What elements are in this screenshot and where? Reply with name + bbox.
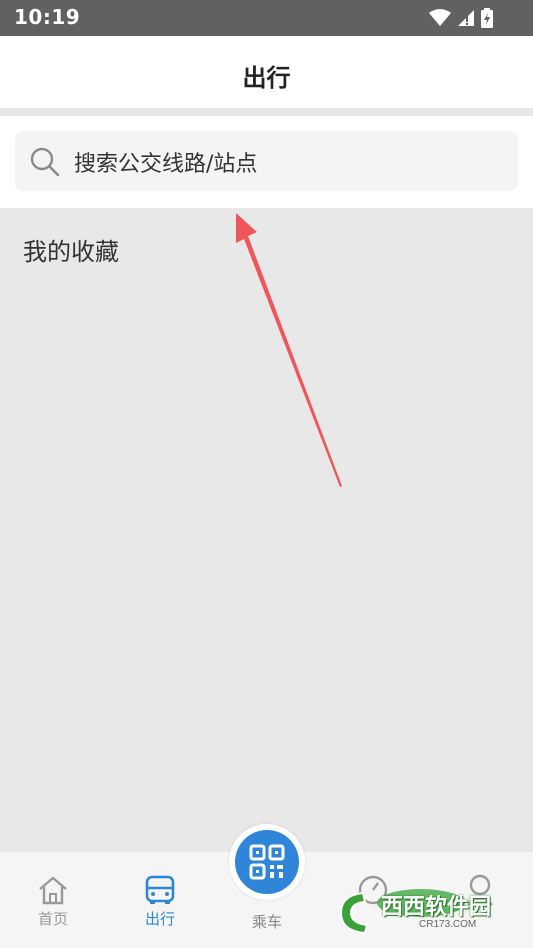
bus-icon [142, 872, 178, 908]
tab-home[interactable]: 首页 [13, 852, 93, 948]
annotation-arrow [236, 213, 342, 487]
watermark-logo: 西西软件园 CR173.COM [333, 883, 515, 941]
tab-label: 首页 [37, 910, 68, 928]
watermark-brand: 西西软件园 [381, 894, 492, 919]
ride-qr-button[interactable] [229, 824, 305, 900]
watermark-domain: CR173.COM [419, 919, 477, 930]
qr-button-circle [235, 830, 299, 894]
tab-label: 出行 [144, 910, 175, 928]
tab-label-ride: 乘车 [251, 913, 282, 931]
home-icon [35, 872, 71, 908]
tab-travel[interactable]: 出行 [120, 852, 200, 948]
qr-code-icon [249, 844, 285, 880]
